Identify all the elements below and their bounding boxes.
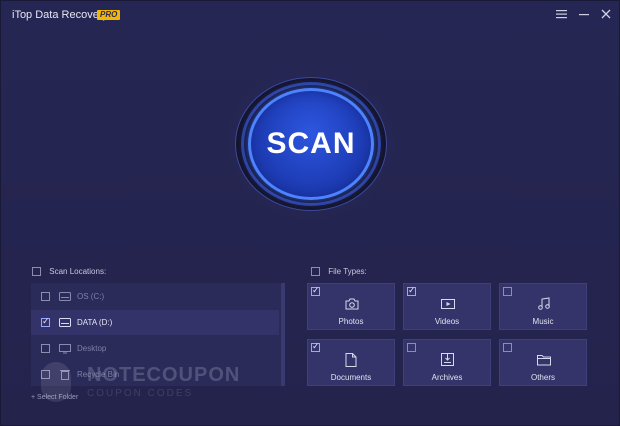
location-checkbox[interactable] [41, 316, 50, 327]
location-item-desktop[interactable]: Desktop [31, 336, 279, 361]
file-types-heading: File Types: [328, 267, 367, 276]
location-checkbox[interactable] [41, 370, 50, 379]
file-types-header: File Types: [311, 267, 367, 277]
document-icon [345, 353, 359, 367]
camera-icon [345, 297, 359, 311]
file-type-videos[interactable]: Videos [403, 283, 491, 330]
location-item-data-d[interactable]: DATA (D:) [31, 310, 279, 335]
video-icon [441, 297, 455, 311]
file-type-label: Archives [431, 373, 463, 382]
file-type-music[interactable]: Music [499, 283, 587, 330]
title-bar: iTop Data Recovery PRO [1, 1, 620, 29]
scan-locations-select-all-checkbox[interactable] [32, 267, 41, 277]
file-types-select-all-checkbox[interactable] [311, 267, 320, 277]
select-folder-button[interactable]: + Select Folder [31, 394, 78, 401]
location-label: OS (C:) [77, 292, 105, 301]
file-type-checkbox[interactable] [503, 287, 512, 296]
scan-locations-header: Scan Locations: [32, 267, 107, 277]
file-type-checkbox[interactable] [311, 285, 320, 296]
file-type-label: Photos [338, 317, 364, 326]
location-item-os-c[interactable]: OS (C:) [31, 284, 279, 309]
scan-locations-heading: Scan Locations: [49, 267, 107, 276]
location-item-recycle-bin[interactable]: Recycle Bin [31, 362, 279, 386]
location-label: Desktop [77, 344, 107, 353]
file-type-documents[interactable]: Documents [307, 339, 395, 386]
trash-icon [59, 370, 71, 380]
file-type-archives[interactable]: Archives [403, 339, 491, 386]
location-checkbox[interactable] [41, 292, 50, 301]
file-type-checkbox[interactable] [407, 343, 416, 352]
minimize-icon[interactable] [576, 7, 592, 23]
monitor-icon [59, 343, 71, 353]
location-label: Recycle Bin [77, 370, 120, 379]
archive-icon [441, 353, 455, 367]
watermark-subtext: COUPON CODES [87, 388, 194, 399]
file-type-checkbox[interactable] [407, 285, 416, 296]
scan-button[interactable]: SCAN [248, 88, 374, 200]
locations-scrollbar[interactable] [281, 283, 285, 386]
file-type-label: Videos [434, 317, 460, 326]
hamburger-icon[interactable] [553, 7, 569, 23]
file-type-others[interactable]: Others [499, 339, 587, 386]
app-window: iTop Data Recovery PRO SCAN Scan Locatio… [0, 0, 620, 426]
app-title: iTop Data Recovery [12, 9, 108, 21]
file-type-label: Others [530, 373, 555, 382]
file-type-photos[interactable]: Photos [307, 283, 395, 330]
location-checkbox[interactable] [41, 344, 50, 353]
file-type-label: Documents [330, 373, 372, 382]
drive-icon [59, 292, 71, 301]
location-label: DATA (D:) [77, 318, 113, 327]
file-type-checkbox[interactable] [503, 343, 512, 352]
close-icon[interactable] [598, 7, 614, 23]
scan-locations-list: OS (C:) DATA (D:) Desktop Recycle Bin [31, 283, 285, 386]
folder-icon [537, 353, 551, 367]
scan-control: SCAN [226, 69, 396, 219]
music-icon [537, 297, 551, 311]
file-type-checkbox[interactable] [311, 341, 320, 352]
file-type-label: Music [532, 317, 554, 326]
drive-icon [59, 318, 71, 327]
pro-badge: PRO [97, 10, 121, 20]
